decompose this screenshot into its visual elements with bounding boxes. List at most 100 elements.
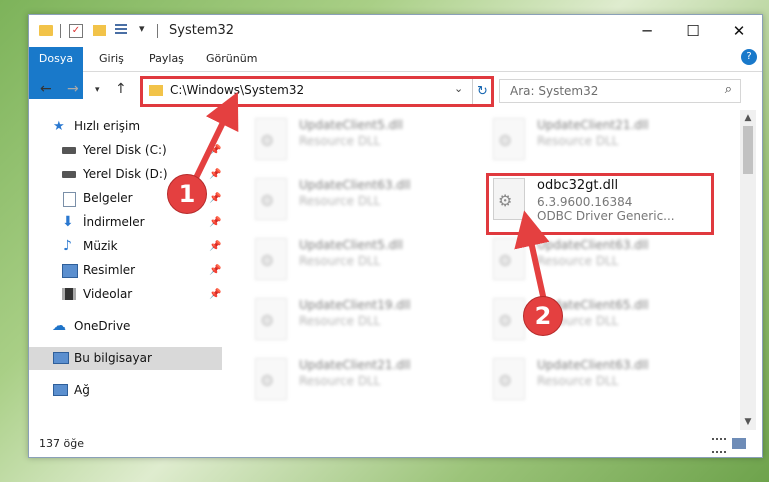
sidebar-item-quick-access[interactable]: ★ Hızlı erişim [29, 115, 222, 138]
list-item[interactable]: ⚙ UpdateClient21.dll Resource DLL [249, 354, 479, 406]
sidebar-item-label: OneDrive [74, 319, 131, 333]
video-icon [62, 288, 76, 300]
sidebar-item-label: Hızlı erişim [74, 119, 141, 133]
scroll-up-icon[interactable]: ▲ [740, 110, 756, 126]
network-icon [53, 384, 68, 396]
back-arrow-icon[interactable]: ← [40, 81, 52, 97]
title-bar: ✓ ▾ System32 ─ ☐ ✕ [29, 15, 762, 47]
documents-icon [63, 192, 76, 207]
navigation-pane: ★ Hızlı erişim Yerel Disk (C:) 📌 Yerel D… [29, 110, 225, 430]
properties-check-icon[interactable]: ✓ [69, 24, 83, 38]
tiles-view-icon[interactable] [732, 438, 746, 449]
list-item[interactable]: ⚙ UpdateClient5.dll Resource DLL [249, 114, 479, 166]
sidebar-item-label: Bu bilgisayar [74, 351, 152, 365]
dll-file-icon: ⚙ [255, 298, 287, 340]
step-badge-2: 2 [523, 296, 563, 336]
search-icon[interactable]: ⌕ [725, 82, 732, 97]
status-bar: 137 öğe [29, 430, 762, 457]
list-item[interactable]: ⚙ UpdateClient63.dll Resource DLL [249, 174, 479, 226]
sidebar-item-this-pc[interactable]: Bu bilgisayar [29, 347, 222, 370]
address-bar[interactable]: C:\Windows\System32 ⌄ ↻ [140, 76, 494, 107]
music-icon: ♪ [63, 238, 72, 254]
pin-icon[interactable]: 📌 [209, 139, 221, 162]
search-input[interactable]: Ara: System32 [510, 84, 598, 98]
drive-icon [62, 147, 76, 154]
sidebar-item-music[interactable]: ♪ Müzik 📌 [29, 235, 222, 258]
list-item[interactable]: ⚙ UpdateClient63.dll Resource DLL [487, 354, 717, 406]
window-title: System32 [169, 23, 235, 38]
item-count: 137 öğe [39, 437, 84, 450]
folder-icon [149, 85, 163, 96]
dll-file-icon: ⚙ [255, 238, 287, 280]
sidebar-item-pictures[interactable]: Resimler 📌 [29, 259, 222, 282]
address-path[interactable]: C:\Windows\System32 [170, 83, 304, 97]
computer-icon [53, 352, 69, 364]
folder-icon [39, 25, 53, 36]
cloud-icon: ☁ [52, 318, 66, 334]
refresh-icon[interactable]: ↻ [472, 79, 492, 104]
tab-view[interactable]: Görünüm [206, 47, 257, 71]
details-view-icon[interactable] [712, 438, 726, 453]
ribbon-tabs: Dosya Giriş Paylaş Görünüm ? [29, 47, 762, 99]
sidebar-item-label: Müzik [83, 239, 118, 253]
vertical-scrollbar[interactable]: ▲ ▼ [740, 110, 756, 430]
star-icon: ★ [53, 119, 65, 134]
download-icon: ⬇ [62, 214, 74, 230]
pin-icon[interactable]: 📌 [209, 235, 221, 258]
sidebar-item-network[interactable]: Ağ [29, 379, 222, 402]
sidebar-item-label: İndirmeler [83, 215, 145, 229]
dll-file-icon: ⚙ [493, 358, 525, 400]
navigation-bar: ← → ▾ ↑ C:\Windows\System32 ⌄ ↻ Ara: Sys… [29, 72, 762, 108]
search-box[interactable]: Ara: System32 ⌕ [499, 79, 741, 103]
scroll-down-icon[interactable]: ▼ [740, 414, 756, 430]
sidebar-item-drive-c[interactable]: Yerel Disk (C:) 📌 [29, 139, 222, 162]
pin-icon[interactable]: 📌 [209, 283, 221, 306]
minimize-button[interactable]: ─ [624, 15, 670, 47]
sidebar-item-videos[interactable]: Videolar 📌 [29, 283, 222, 306]
sidebar-item-label: Yerel Disk (D:) [83, 167, 168, 181]
divider [60, 24, 61, 38]
sidebar-item-label: Belgeler [83, 191, 133, 205]
highlight-box-odbc32gt [486, 173, 714, 235]
pin-icon[interactable]: 📌 [209, 187, 221, 210]
quick-access-dropdown-icon[interactable]: ▾ [139, 22, 145, 36]
pin-icon[interactable]: 📌 [209, 211, 221, 234]
address-dropdown-icon[interactable]: ⌄ [454, 82, 463, 95]
recent-dropdown-icon[interactable]: ▾ [95, 85, 100, 95]
list-item[interactable]: ⚙ UpdateClient65.dll Resource DLL [487, 294, 717, 346]
list-item[interactable]: ⚙ UpdateClient5.dll Resource DLL [249, 234, 479, 286]
new-folder-icon[interactable] [93, 25, 106, 36]
dll-file-icon: ⚙ [493, 298, 525, 340]
explorer-window: ✓ ▾ System32 ─ ☐ ✕ Dosya Giriş Paylaş Gö… [28, 14, 763, 458]
pin-icon[interactable]: 📌 [209, 163, 221, 186]
sidebar-item-onedrive[interactable]: ☁ OneDrive [29, 315, 222, 338]
dll-file-icon: ⚙ [255, 118, 287, 160]
forward-arrow-icon[interactable]: → [67, 81, 79, 97]
step-badge-1: 1 [167, 174, 207, 214]
tab-home[interactable]: Giriş [99, 47, 124, 71]
dll-file-icon: ⚙ [493, 118, 525, 160]
file-list: ⚙ UpdateClient5.dll Resource DLL ⚙ Updat… [229, 110, 741, 430]
dll-file-icon: ⚙ [255, 178, 287, 220]
list-item[interactable]: ⚙ UpdateClient21.dll Resource DLL [487, 114, 717, 166]
sidebar-item-downloads[interactable]: ⬇ İndirmeler 📌 [29, 211, 222, 234]
close-button[interactable]: ✕ [716, 15, 762, 47]
properties-icon[interactable] [115, 24, 127, 36]
divider [157, 24, 158, 38]
list-item[interactable]: ⚙ UpdateClient19.dll Resource DLL [249, 294, 479, 346]
help-icon[interactable]: ? [741, 49, 757, 65]
sidebar-item-label: Yerel Disk (C:) [83, 143, 167, 157]
list-item[interactable]: ⚙ UpdateClient63.dll Resource DLL [487, 234, 717, 286]
sidebar-item-label: Ağ [74, 383, 90, 397]
dll-file-icon: ⚙ [493, 238, 525, 280]
sidebar-item-label: Resimler [83, 263, 136, 277]
pictures-icon [62, 264, 78, 278]
drive-icon [62, 171, 76, 178]
pin-icon[interactable]: 📌 [209, 259, 221, 282]
sidebar-item-label: Videolar [83, 287, 133, 301]
scroll-thumb[interactable] [743, 126, 753, 174]
maximize-button[interactable]: ☐ [670, 15, 716, 47]
dll-file-icon: ⚙ [255, 358, 287, 400]
tab-share[interactable]: Paylaş [149, 47, 184, 71]
up-arrow-icon[interactable]: ↑ [115, 81, 127, 97]
